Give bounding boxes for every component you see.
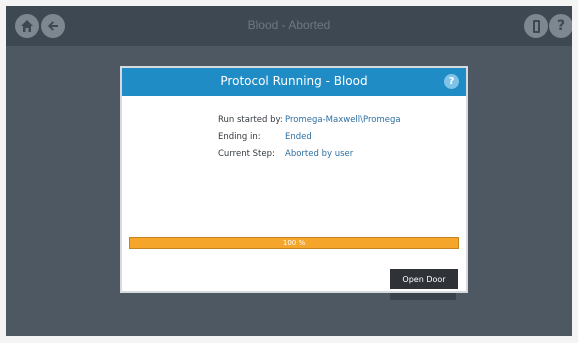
ending-in-value: Ended — [285, 132, 312, 142]
door-icon[interactable] — [524, 14, 548, 38]
help-icon[interactable]: ? — [549, 14, 572, 38]
protocol-dialog: Protocol Running - Blood ? Run started b… — [120, 66, 468, 293]
info-row-current-step: Current Step: Aborted by user — [218, 149, 401, 166]
run-info: Run started by: Promega-Maxwell\Promega E… — [218, 115, 401, 166]
dialog-help-glyph: ? — [448, 76, 455, 87]
page-title: Blood - Aborted — [247, 18, 331, 32]
dialog-help-icon[interactable]: ? — [444, 74, 459, 89]
progress-label: 100 % — [282, 239, 306, 247]
ending-in-label: Ending in: — [218, 132, 261, 142]
info-row-run-started: Run started by: Promega-Maxwell\Promega — [218, 115, 401, 132]
current-step-label: Current Step: — [218, 149, 275, 159]
run-started-value: Promega-Maxwell\Promega — [285, 115, 401, 125]
dialog-title: Protocol Running - Blood — [220, 74, 368, 88]
progress-bar: 100 % — [129, 237, 459, 249]
run-started-label: Run started by: — [218, 115, 283, 125]
dialog-header: Protocol Running - Blood ? — [122, 68, 466, 96]
app-screen: Blood - Aborted ? Protocol Running - Blo… — [6, 6, 572, 336]
top-bar: Blood - Aborted ? — [6, 6, 572, 46]
current-step-value: Aborted by user — [285, 149, 354, 159]
open-door-button[interactable]: Open Door — [390, 269, 458, 289]
help-glyph: ? — [556, 18, 566, 34]
info-row-ending-in: Ending in: Ended — [218, 132, 401, 149]
door-glyph — [532, 19, 540, 33]
